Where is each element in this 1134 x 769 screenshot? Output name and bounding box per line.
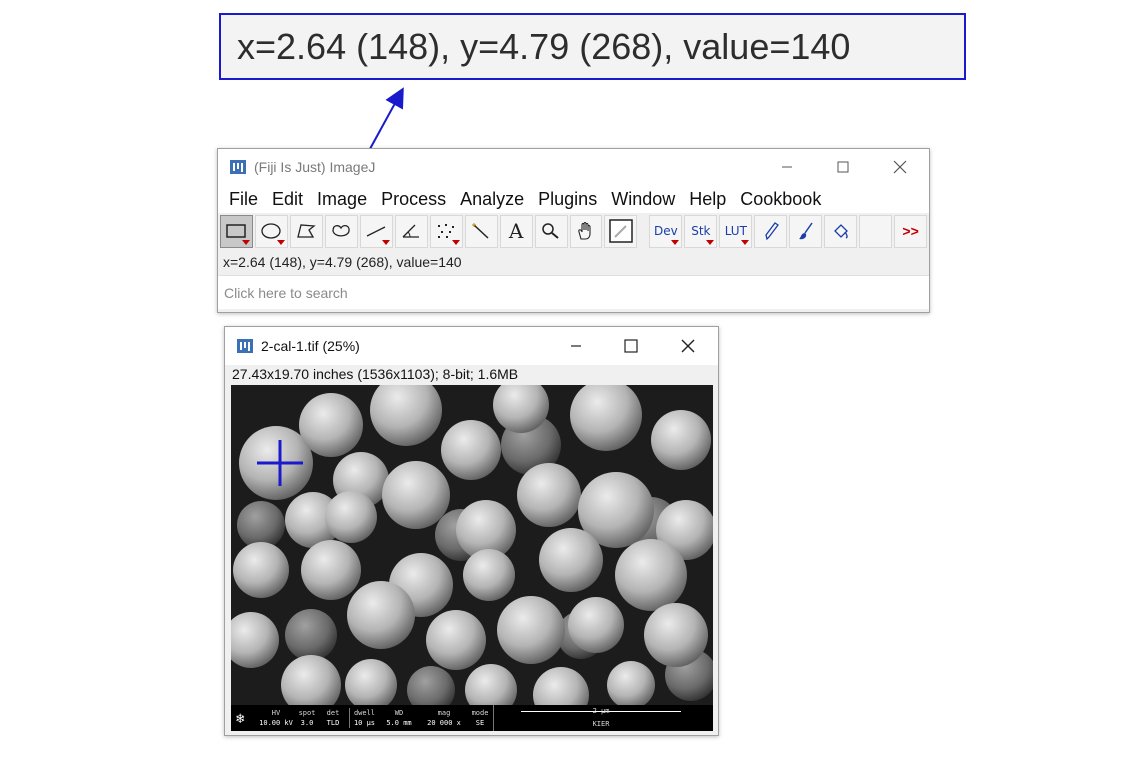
rectangle-tool[interactable] xyxy=(220,214,253,248)
dev-menu[interactable]: Dev xyxy=(649,214,683,248)
dropper-icon xyxy=(609,219,633,243)
angle-tool[interactable] xyxy=(394,214,428,248)
freehand-tool[interactable] xyxy=(324,214,358,248)
multipoint-icon xyxy=(438,224,455,238)
more-tools-icon: >> xyxy=(902,223,919,239)
institution-label: KIER xyxy=(592,720,610,728)
fiji-logo-icon xyxy=(230,160,246,174)
image-window: 2-cal-1.tif (25%) 27.43x19.70 inches (15… xyxy=(224,326,719,736)
menu-help[interactable]: Help xyxy=(682,189,733,210)
angle-icon xyxy=(402,224,420,238)
menu-plugins[interactable]: Plugins xyxy=(531,189,604,210)
menu-bar: File Edit Image Process Analyze Plugins … xyxy=(218,185,929,213)
close-icon[interactable] xyxy=(877,149,923,185)
search-input[interactable]: Click here to search xyxy=(218,275,929,309)
minimize-icon[interactable] xyxy=(553,327,599,365)
callout-text: x=2.64 (148), y=4.79 (268), value=140 xyxy=(237,25,851,67)
databar-cell: dwell 10 µs xyxy=(349,708,379,728)
image-window-title: 2-cal-1.tif (25%) xyxy=(261,338,360,354)
minimize-icon[interactable] xyxy=(764,149,810,185)
flood-fill-tool[interactable] xyxy=(824,214,858,248)
maximize-icon[interactable] xyxy=(820,149,866,185)
fei-logo-icon: ❄ xyxy=(236,711,245,727)
stk-menu[interactable]: Stk xyxy=(684,214,718,248)
point-tool[interactable] xyxy=(429,214,463,248)
databar-cell: mag 20 000 x xyxy=(427,709,461,727)
sem-micrograph xyxy=(231,385,713,705)
oval-icon xyxy=(261,223,282,239)
brush-tool[interactable] xyxy=(789,214,823,248)
status-bar: x=2.64 (148), y=4.79 (268), value=140 xyxy=(223,254,462,270)
polygon-icon xyxy=(297,224,317,238)
text-icon: A xyxy=(508,219,524,243)
line-tool[interactable] xyxy=(359,214,393,248)
pencil-tool[interactable] xyxy=(754,214,788,248)
rectangle-icon xyxy=(226,224,247,238)
image-titlebar: 2-cal-1.tif (25%) xyxy=(225,327,718,365)
scale-label: 2 µm xyxy=(592,707,610,715)
line-icon xyxy=(366,226,386,237)
brush-icon xyxy=(798,222,813,240)
text-tool[interactable]: A xyxy=(499,214,533,248)
image-canvas[interactable]: ❄ HV 10.00 kV spot 3.0 det TLD dwell 10 µs W… xyxy=(231,385,713,731)
menu-file[interactable]: File xyxy=(222,189,265,210)
freehand-icon xyxy=(332,224,351,237)
wand-tool[interactable] xyxy=(464,214,498,248)
maximize-icon[interactable] xyxy=(608,327,654,365)
databar-cell: spot 3.0 xyxy=(298,709,316,727)
image-info: 27.43x19.70 inches (1536x1103); 8-bit; 1… xyxy=(232,366,519,382)
sem-databar: ❄ HV 10.00 kV spot 3.0 det TLD dwell 10 µs W… xyxy=(231,705,713,731)
menu-cookbook[interactable]: Cookbook xyxy=(733,189,828,210)
databar-cell: mode SE xyxy=(471,709,489,727)
menu-edit[interactable]: Edit xyxy=(265,189,310,210)
flood-fill-icon xyxy=(833,224,848,239)
wand-icon xyxy=(472,223,489,239)
menu-window[interactable]: Window xyxy=(604,189,682,210)
zoom-tool[interactable] xyxy=(534,214,568,248)
polygon-tool[interactable] xyxy=(289,214,323,248)
imagej-main-window: (Fiji Is Just) ImageJ File Edit Image Pr… xyxy=(217,148,930,313)
main-window-title: (Fiji Is Just) ImageJ xyxy=(254,159,376,175)
menu-process[interactable]: Process xyxy=(374,189,453,210)
coordinate-callout: x=2.64 (148), y=4.79 (268), value=140 xyxy=(219,13,966,80)
databar-cell: WD 5.0 mm xyxy=(386,709,412,727)
close-icon[interactable] xyxy=(665,327,711,365)
tool-bar: A Dev Stk LUT >> xyxy=(218,213,929,249)
oval-tool[interactable] xyxy=(254,214,288,248)
menu-image[interactable]: Image xyxy=(310,189,374,210)
databar-cell: det TLD xyxy=(326,709,340,727)
more-tools-button[interactable]: >> xyxy=(894,214,928,248)
lut-menu[interactable]: LUT xyxy=(719,214,753,248)
databar-cell: HV 10.00 kV xyxy=(259,709,293,727)
fiji-logo-icon xyxy=(237,339,253,353)
pencil-icon xyxy=(765,222,779,241)
empty-tool-slot[interactable] xyxy=(859,214,893,248)
magnifier-icon xyxy=(542,223,559,239)
menu-analyze[interactable]: Analyze xyxy=(453,189,531,210)
main-titlebar: (Fiji Is Just) ImageJ xyxy=(218,149,929,185)
hand-icon xyxy=(578,221,591,240)
color-picker-tool[interactable] xyxy=(604,214,638,248)
hand-tool[interactable] xyxy=(569,214,603,248)
